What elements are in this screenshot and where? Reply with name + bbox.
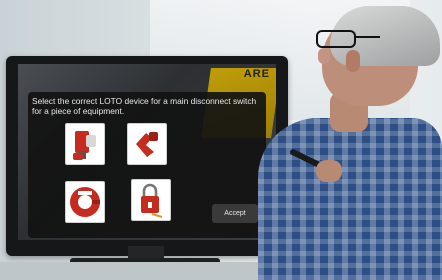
option-padlock[interactable] — [132, 180, 170, 220]
option-breaker-lockout[interactable] — [66, 124, 104, 164]
padlock-icon — [141, 183, 163, 219]
switch-lockout-icon — [136, 132, 158, 157]
photo-scene: ARE Select the correct LOTO device for a… — [0, 0, 442, 280]
valve-lockout-icon — [70, 187, 100, 217]
background-sign-text: ARE — [243, 68, 270, 80]
option-valve-lockout[interactable] — [66, 182, 104, 222]
glasses — [316, 30, 356, 48]
person-nose — [318, 48, 330, 64]
person-hand — [316, 160, 342, 182]
glasses-arm — [354, 36, 380, 38]
option-switch-lockout[interactable] — [128, 124, 166, 164]
accept-button[interactable]: Accept — [212, 204, 258, 223]
question-prompt: Select the correct LOTO device for a mai… — [32, 96, 257, 116]
person-ear — [346, 50, 360, 72]
person-shirt — [258, 118, 442, 280]
breaker-lockout-icon — [73, 131, 96, 160]
